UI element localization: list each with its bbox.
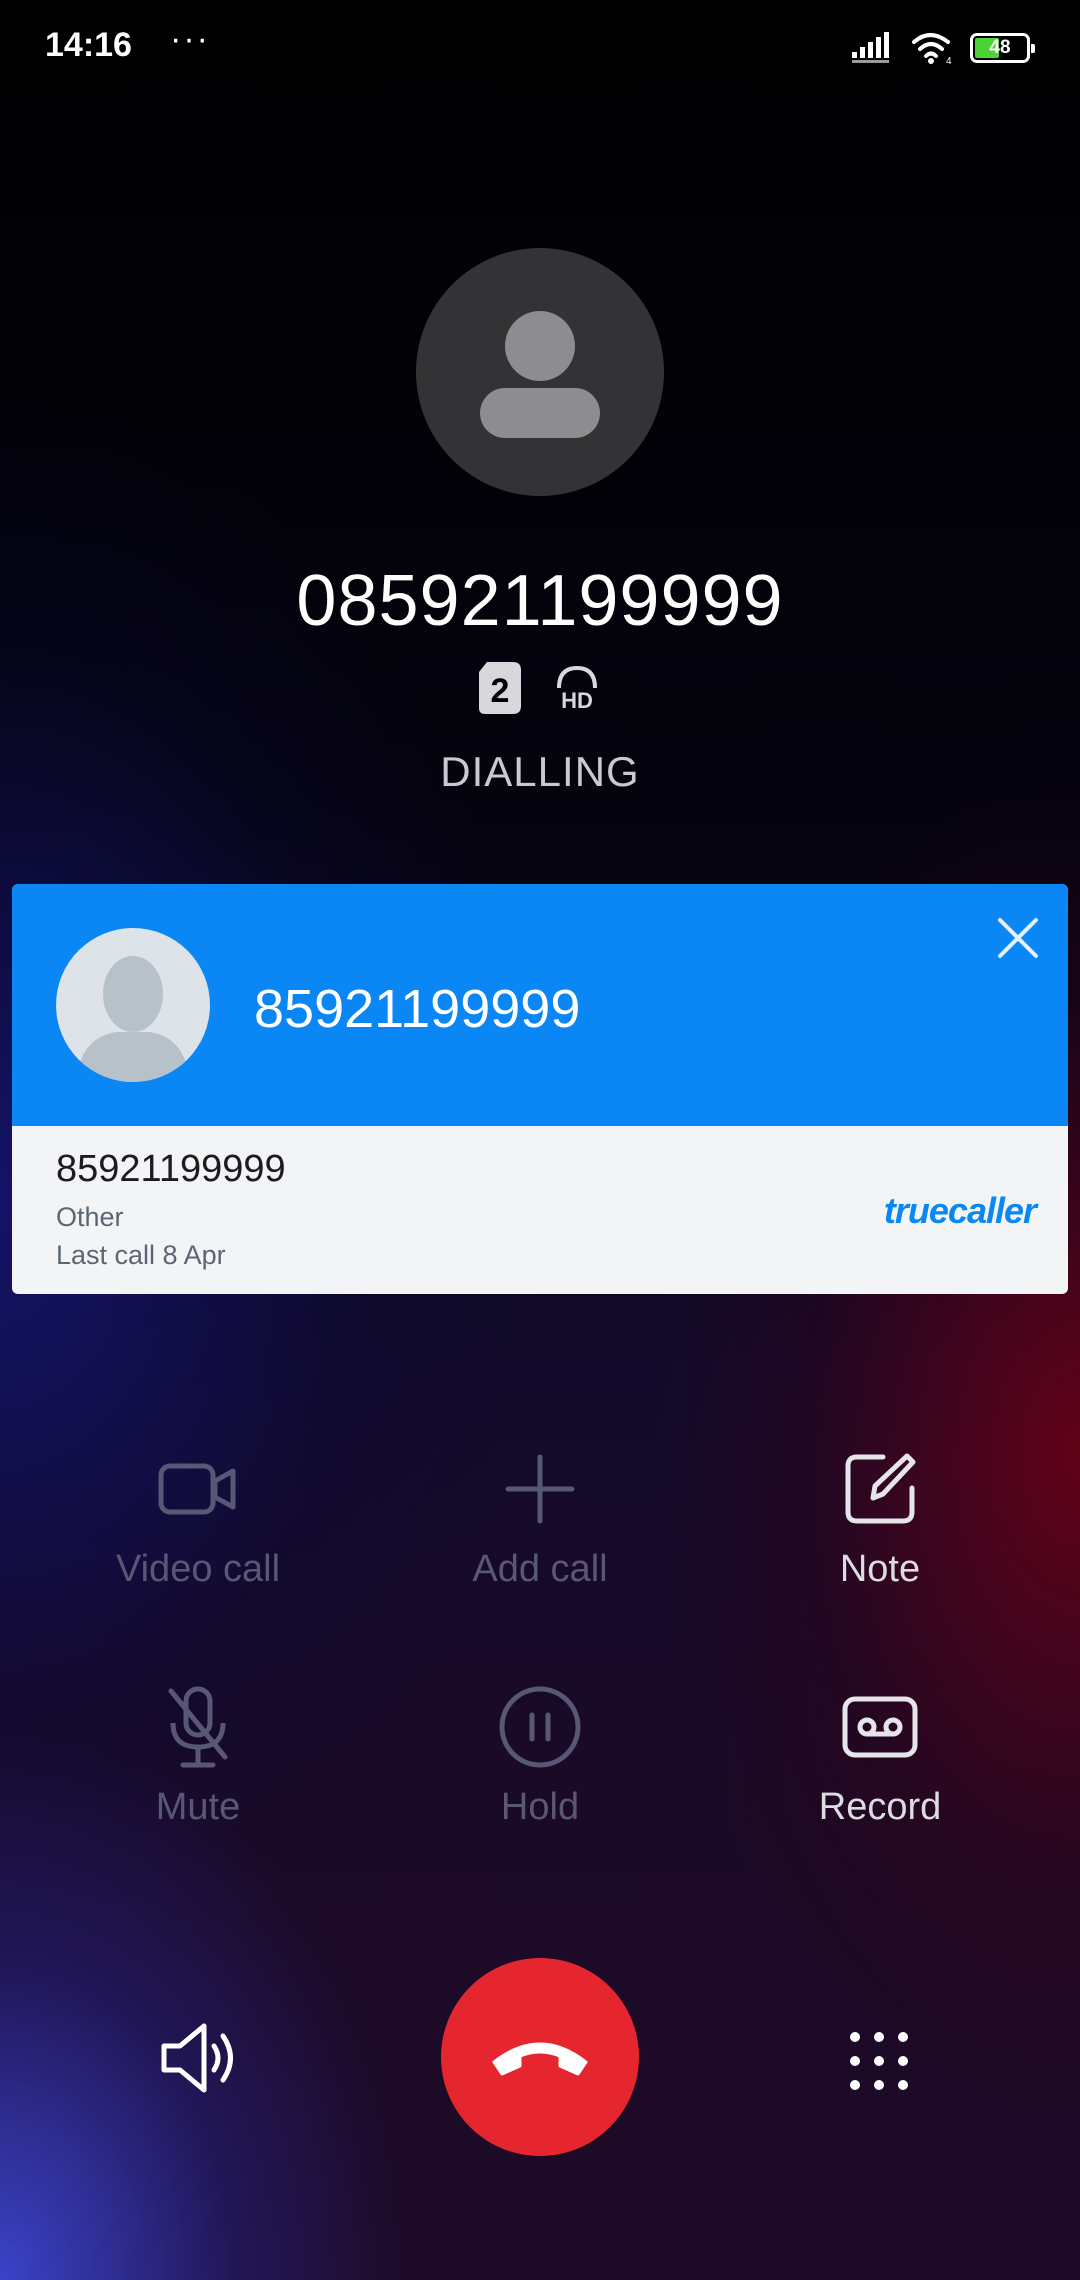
sim-slot-number: 2 (491, 672, 510, 710)
truecaller-avatar (56, 928, 210, 1082)
pause-icon (499, 1686, 581, 1768)
signal-icon (852, 32, 889, 63)
hang-up-icon (492, 2042, 588, 2076)
mute-button[interactable]: Mute (28, 1686, 368, 1829)
sim-2-icon: 2 (479, 662, 521, 714)
hd-voice-icon: HD (557, 665, 597, 712)
video-call-button[interactable]: Video call (28, 1448, 368, 1591)
record-button[interactable]: Record (710, 1686, 1050, 1829)
note-edit-icon (845, 1453, 916, 1524)
battery-level: 48 (989, 37, 1011, 58)
mic-off-icon (168, 1686, 228, 1768)
status-icons: 4 48 (852, 28, 1035, 68)
video-camera-icon (158, 1463, 236, 1515)
truecaller-card[interactable]: 85921199999 85921199999 Other Last call … (12, 884, 1068, 1294)
truecaller-header: 85921199999 (12, 884, 1068, 1126)
caller-avatar (416, 248, 664, 496)
add-call-button[interactable]: Add call (370, 1448, 710, 1591)
status-time: 14:16 (45, 26, 132, 64)
dialpad-icon[interactable] (846, 2028, 912, 2094)
truecaller-number: 85921199999 (56, 1148, 286, 1190)
wifi-icon: 4 (912, 33, 952, 66)
hold-button[interactable]: Hold (370, 1686, 710, 1829)
truecaller-last-call: Last call 8 Apr (56, 1240, 226, 1270)
end-call-button[interactable] (441, 1958, 639, 2156)
record-label: Record (818, 1786, 942, 1828)
truecaller-logo: truecaller (883, 1190, 1037, 1231)
battery-icon: 48 (970, 33, 1035, 63)
speaker-icon[interactable] (160, 2020, 240, 2096)
truecaller-number-type: Other (56, 1202, 124, 1232)
note-label: Note (839, 1548, 921, 1590)
person-icon (480, 311, 600, 438)
mute-label: Mute (155, 1786, 241, 1828)
plus-icon (505, 1454, 575, 1524)
hold-label: Hold (500, 1786, 580, 1828)
close-icon[interactable] (994, 914, 1042, 962)
truecaller-name: 85921199999 (254, 979, 581, 1039)
record-tape-icon (842, 1696, 918, 1758)
svg-text:4: 4 (946, 56, 952, 66)
note-button[interactable]: Note (710, 1448, 1050, 1591)
hd-label: HD (561, 688, 593, 712)
notification-dots: ··· (170, 20, 210, 58)
dialled-number: 085921199999 (296, 561, 784, 641)
call-info-icons: 2 HD (0, 662, 1080, 714)
video-call-label: Video call (115, 1548, 281, 1590)
call-status: DIALLING (440, 748, 640, 795)
person-silhouette-icon (76, 956, 190, 1082)
add-call-label: Add call (472, 1548, 608, 1590)
